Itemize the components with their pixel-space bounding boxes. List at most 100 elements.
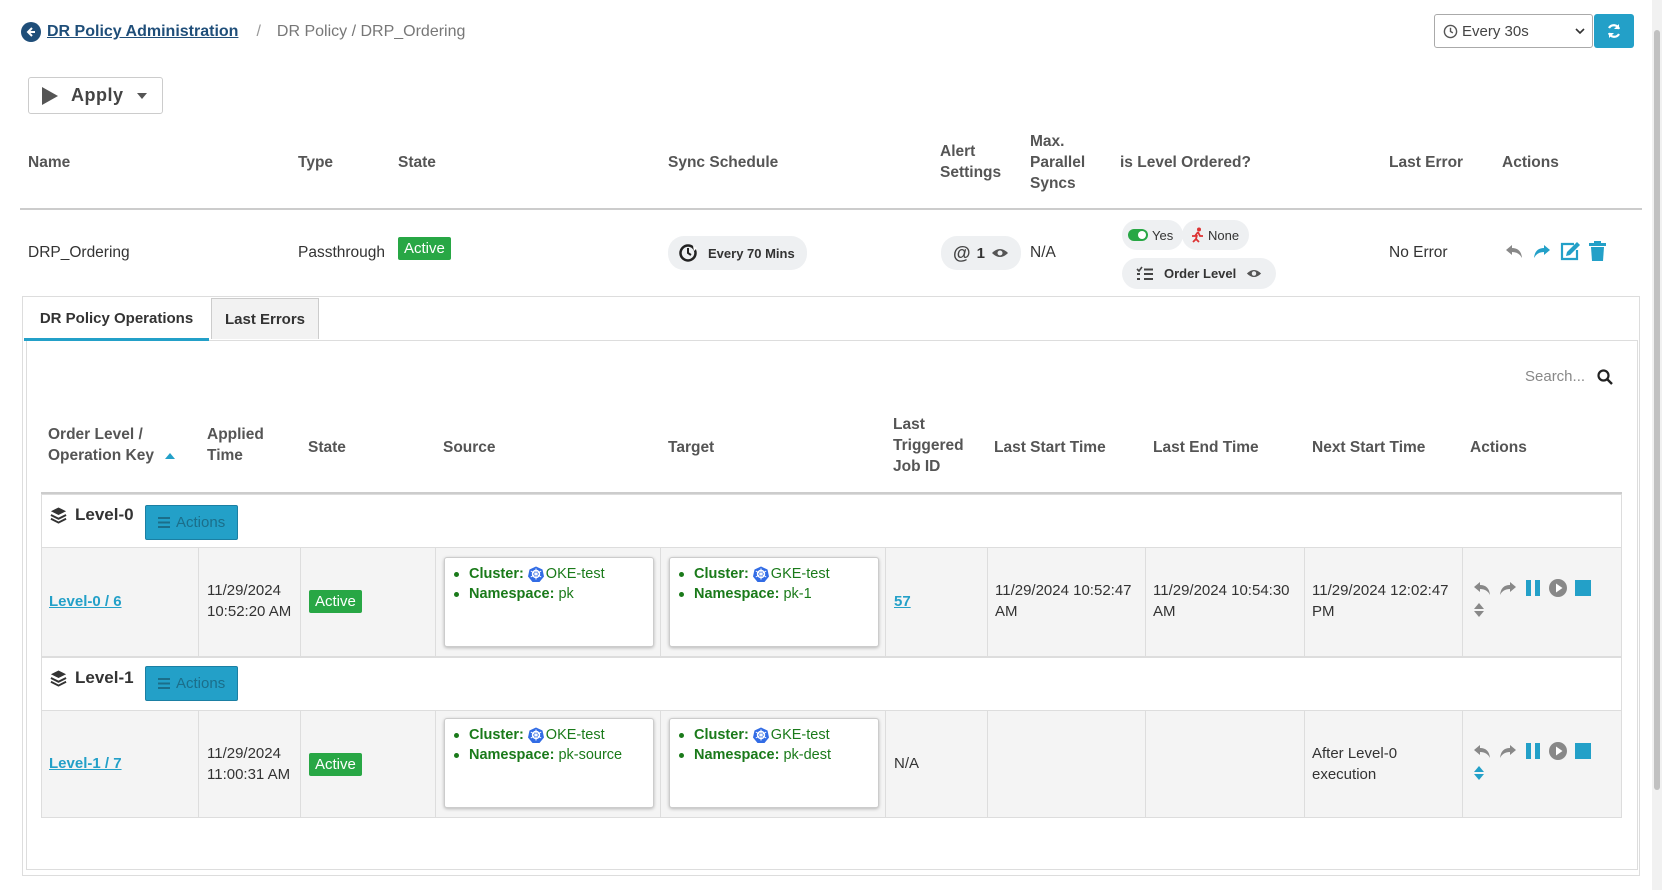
op-1-applied-date: 11/29/2024 <box>207 745 281 762</box>
sort-icon[interactable] <box>1473 765 1485 781</box>
play-circle-icon[interactable] <box>1548 578 1568 598</box>
op-1-actions-cell <box>1463 711 1622 818</box>
apply-button[interactable]: Apply <box>28 77 163 114</box>
refresh-icon <box>1607 24 1621 38</box>
op-0-source-card: Cluster: OKE-test Namespace: pk <box>444 557 654 647</box>
op-1-source-namespace: Namespace: pk-source <box>454 745 645 765</box>
tab-last-errors[interactable]: Last Errors <box>211 298 319 339</box>
op-1-action-icons <box>1472 741 1592 761</box>
refresh-button[interactable] <box>1594 14 1634 48</box>
undo-icon[interactable] <box>1472 578 1492 598</box>
trash-icon[interactable] <box>1589 241 1606 261</box>
op-1-applied-cell: 11/29/2024 11:00:31 AM <box>199 711 301 818</box>
eye-icon <box>991 249 1008 257</box>
ops-col-job-line3: Job ID <box>893 458 941 475</box>
play-circle-icon[interactable] <box>1548 741 1568 761</box>
op-1-next-cell: After Level-0 execution <box>1305 711 1463 818</box>
page-scrollbar-thumb[interactable] <box>1654 30 1660 790</box>
col-header-alert: Alert Settings <box>940 141 1001 183</box>
order-level-pill[interactable]: Order Level <box>1122 258 1277 289</box>
toggle-on-icon <box>1128 229 1148 241</box>
search-input[interactable]: Search... <box>1525 368 1585 385</box>
level-1-title-text: Level-1 <box>75 668 134 687</box>
breadcrumb-current: DR Policy / DRP_Ordering <box>276 23 466 40</box>
op-0-source-namespace: Namespace: pk <box>454 584 645 604</box>
undo-icon[interactable] <box>1504 241 1524 261</box>
op-1-key-link[interactable]: Level-1 / 7 <box>49 755 122 772</box>
op-1-target-namespace: Namespace: pk-dest <box>679 745 870 765</box>
op-0-job-link[interactable]: 57 <box>894 593 911 610</box>
col-header-name: Name <box>28 154 71 171</box>
alert-settings-pill[interactable]: @ 1 <box>941 236 1021 270</box>
level-1-title: Level-1 <box>50 668 134 688</box>
op-1-job-cell: N/A <box>886 711 988 818</box>
kubernetes-icon <box>527 566 544 582</box>
cluster-value: OKE-test <box>545 727 605 743</box>
ops-col-source: Source <box>443 439 496 456</box>
op-0-key-link[interactable]: Level-0 / 6 <box>49 593 122 610</box>
namespace-label: Namespace: <box>469 747 555 763</box>
op-0-target-namespace: Namespace: pk-1 <box>679 584 870 604</box>
breadcrumb-link-admin[interactable]: DR Policy Administration <box>47 23 238 41</box>
col-header-maxpar: Max. Parallel Syncs <box>1030 131 1085 194</box>
policy-state-badge: Active <box>398 237 451 260</box>
ops-col-order-line1: Order Level / <box>48 426 143 443</box>
namespace-value: pk-dest <box>783 747 831 763</box>
op-1-source-card: Cluster: OKE-test Namespace: pk-source <box>444 718 654 808</box>
breadcrumb-separator: / <box>256 23 261 40</box>
stop-icon[interactable] <box>1574 579 1592 597</box>
undo-icon[interactable] <box>1472 741 1492 761</box>
tab-dr-policy-operations[interactable]: DR Policy Operations <box>24 298 209 341</box>
op-0-start-line1: 11/29/2024 10:52:47 <box>995 582 1132 599</box>
back-arrow-icon[interactable] <box>21 22 41 42</box>
ops-col-order[interactable]: Order Level / Operation Key <box>48 424 176 466</box>
col-header-level-ordered: is Level Ordered? <box>1120 154 1251 171</box>
search-box[interactable]: Search... <box>1525 368 1613 385</box>
redo-icon[interactable] <box>1532 241 1552 261</box>
edit-icon[interactable] <box>1560 241 1581 261</box>
cluster-value: GKE-test <box>770 727 830 743</box>
col-header-last-error: Last Error <box>1389 154 1464 171</box>
redo-icon[interactable] <box>1498 741 1518 761</box>
ops-col-applied: Applied Time <box>207 424 264 466</box>
op-0-applied-date: 11/29/2024 <box>207 582 281 599</box>
col-header-maxpar-line3: Syncs <box>1030 175 1076 192</box>
ops-col-job: Last Triggered Job ID <box>893 414 964 477</box>
at-icon: @ <box>953 242 971 263</box>
play-icon <box>42 86 58 105</box>
pause-icon[interactable] <box>1524 579 1542 597</box>
eye-icon <box>1247 269 1262 278</box>
ops-col-next-start: Next Start Time <box>1312 439 1426 456</box>
col-header-sync: Sync Schedule <box>668 154 779 171</box>
policy-type: Passthrough <box>298 244 386 261</box>
op-1-state-cell: Active <box>301 711 436 818</box>
sort-up-icon[interactable] <box>164 452 176 460</box>
level-0-actions-button[interactable]: Actions <box>145 505 239 540</box>
op-1-target-card: Cluster: GKE-test Namespace: pk-dest <box>669 718 879 808</box>
cluster-label: Cluster: <box>469 727 524 743</box>
level-1-actions-button[interactable]: Actions <box>145 666 239 701</box>
redo-icon[interactable] <box>1498 578 1518 598</box>
op-0-state-badge: Active <box>309 590 362 613</box>
cluster-label: Cluster: <box>694 727 749 743</box>
pause-icon[interactable] <box>1524 742 1542 760</box>
op-1-source-cluster: Cluster: OKE-test <box>454 725 645 745</box>
page-scrollbar[interactable] <box>1652 0 1662 890</box>
op-0-next-cell: 11/29/2024 12:02:47 PM <box>1305 548 1463 657</box>
kubernetes-icon <box>752 566 769 582</box>
op-1-key-cell: Level-1 / 7 <box>41 711 199 818</box>
namespace-label: Namespace: <box>694 586 780 602</box>
stop-icon[interactable] <box>1574 742 1592 760</box>
ops-col-last-end: Last End Time <box>1153 439 1259 456</box>
sort-icon[interactable] <box>1473 602 1485 618</box>
cluster-value: GKE-test <box>770 566 830 582</box>
refresh-interval-select[interactable]: Every 30s <box>1434 14 1593 48</box>
op-0-end-line1: 11/29/2024 10:54:30 <box>1153 582 1290 599</box>
level-0-row <box>41 494 1622 548</box>
op-1-state-badge: Active <box>309 753 362 776</box>
search-icon[interactable] <box>1597 368 1613 385</box>
level-0-actions-label: Actions <box>176 514 226 531</box>
op-0-applied-cell: 11/29/2024 10:52:20 AM <box>199 548 301 657</box>
kubernetes-icon <box>752 727 769 743</box>
ordered-yes-text: Yes <box>1152 227 1174 243</box>
